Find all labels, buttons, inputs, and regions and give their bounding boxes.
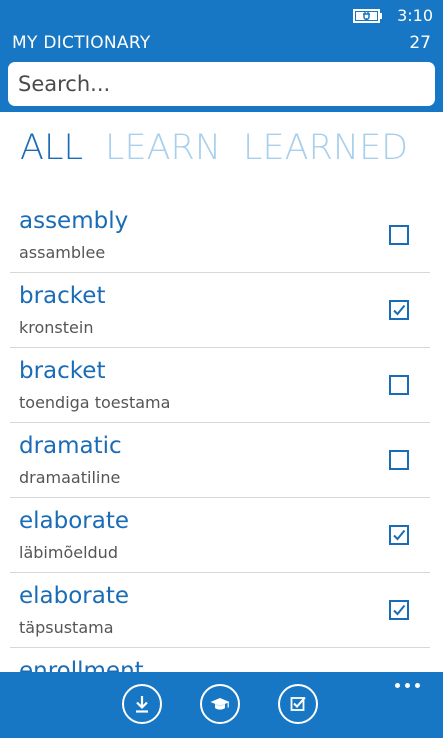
entry-translation: dramaatiline	[19, 468, 121, 487]
more-dots-icon[interactable]	[393, 681, 423, 691]
mark-learned-button[interactable]	[278, 684, 318, 724]
entry-word: elaborate	[19, 583, 130, 609]
learned-checkbox-checked[interactable]	[389, 525, 409, 545]
entry-word: dramatic	[19, 433, 122, 459]
learn-button[interactable]	[200, 684, 240, 724]
status-time: 3:10	[397, 6, 433, 25]
search-input[interactable]	[8, 62, 435, 106]
list-item[interactable]: elaborate täpsustama	[10, 573, 430, 648]
learned-checkbox[interactable]	[389, 225, 409, 245]
learned-checkbox[interactable]	[389, 450, 409, 470]
word-list: assembly assamblee bracket kronstein bra…	[10, 198, 430, 672]
list-item[interactable]: bracket toendiga toestama	[10, 348, 430, 423]
search-box[interactable]	[8, 62, 435, 106]
entry-translation: täpsustama	[19, 618, 114, 637]
list-item[interactable]: bracket kronstein	[10, 273, 430, 348]
entry-translation: assamblee	[19, 243, 106, 262]
list-item[interactable]: dramatic dramaatiline	[10, 423, 430, 498]
tab-learned[interactable]: LEARNED	[243, 128, 408, 168]
word-count: 27	[409, 33, 431, 53]
entry-word: enrollment	[19, 658, 144, 672]
download-button[interactable]	[122, 684, 162, 724]
learned-checkbox-checked[interactable]	[389, 300, 409, 320]
entry-word: bracket	[19, 358, 106, 384]
tab-learn[interactable]: LEARN	[105, 128, 221, 168]
battery-charging-icon	[353, 9, 383, 23]
list-item[interactable]: enrollment	[10, 648, 430, 672]
app-header: 3:10 MY DICTIONARY 27	[0, 0, 443, 112]
learned-checkbox[interactable]	[389, 375, 409, 395]
checklist-icon	[290, 696, 306, 711]
entry-translation: toendiga toestama	[19, 393, 171, 412]
page-title: MY DICTIONARY	[12, 33, 151, 53]
status-bar: 3:10	[353, 6, 433, 26]
list-item[interactable]: assembly assamblee	[10, 198, 430, 273]
entry-word: bracket	[19, 283, 106, 309]
entry-translation: kronstein	[19, 318, 94, 337]
pivot-tabs: ALL LEARN LEARNED	[20, 128, 408, 174]
app-bar	[0, 672, 443, 738]
entry-word: assembly	[19, 208, 129, 234]
entry-translation: läbimõeldud	[19, 543, 118, 562]
download-icon	[136, 696, 148, 713]
learned-checkbox-checked[interactable]	[389, 600, 409, 620]
entry-word: elaborate	[19, 508, 130, 534]
graduation-cap-icon	[210, 698, 230, 710]
tab-all[interactable]: ALL	[20, 128, 83, 168]
list-item[interactable]: elaborate läbimõeldud	[10, 498, 430, 573]
